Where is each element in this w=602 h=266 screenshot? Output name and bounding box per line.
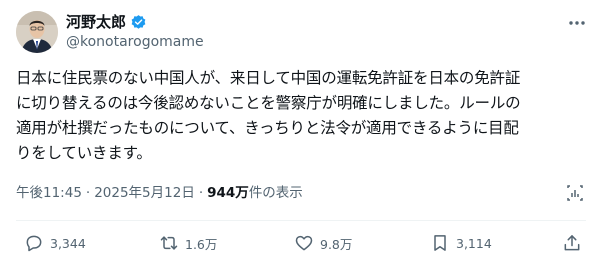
bookmark-button[interactable]: 3,114 (430, 233, 492, 253)
like-count: 9.8万 (320, 236, 353, 252)
avatar[interactable] (16, 11, 58, 53)
share-button[interactable] (562, 233, 582, 253)
views-count: 944万 (207, 185, 249, 201)
repost-count: 1.6万 (185, 236, 218, 252)
reply-button[interactable]: 3,344 (24, 233, 86, 253)
share-icon (562, 233, 582, 253)
action-bar: 3,344 1.6万 9.8万 3,114 (0, 233, 602, 253)
meta-separator-2: · (198, 185, 204, 201)
meta-separator: · (85, 185, 91, 201)
tweet-date[interactable]: 2025年5月12日 (94, 184, 195, 202)
reply-count: 3,344 (50, 235, 86, 251)
views-label: 件の表示 (248, 185, 303, 201)
more-icon[interactable] (568, 14, 586, 32)
bookmark-count: 3,114 (456, 235, 492, 251)
tweet-text: 日本に住民票のない中国人が、来日して中国の運転免許証を日本の免許証 に切り替える… (16, 69, 521, 162)
author-handle[interactable]: @konotarogomame (66, 33, 204, 51)
analytics-icon[interactable] (566, 184, 584, 202)
tweet-time[interactable]: 午後11:45 (16, 184, 82, 202)
heart-icon (294, 233, 314, 253)
divider (16, 220, 586, 221)
author-name-row: 河野太郎 (66, 13, 147, 31)
repost-icon (159, 233, 179, 253)
author-display-name[interactable]: 河野太郎 (66, 13, 126, 31)
reply-icon (24, 233, 44, 253)
tweet-meta: 午後11:45 · 2025年5月12日 · 944万 件の表示 (16, 184, 303, 202)
repost-button[interactable]: 1.6万 (159, 233, 217, 253)
bookmark-icon (430, 233, 450, 253)
verified-badge-icon[interactable] (130, 14, 147, 31)
like-button[interactable]: 9.8万 (294, 233, 352, 253)
